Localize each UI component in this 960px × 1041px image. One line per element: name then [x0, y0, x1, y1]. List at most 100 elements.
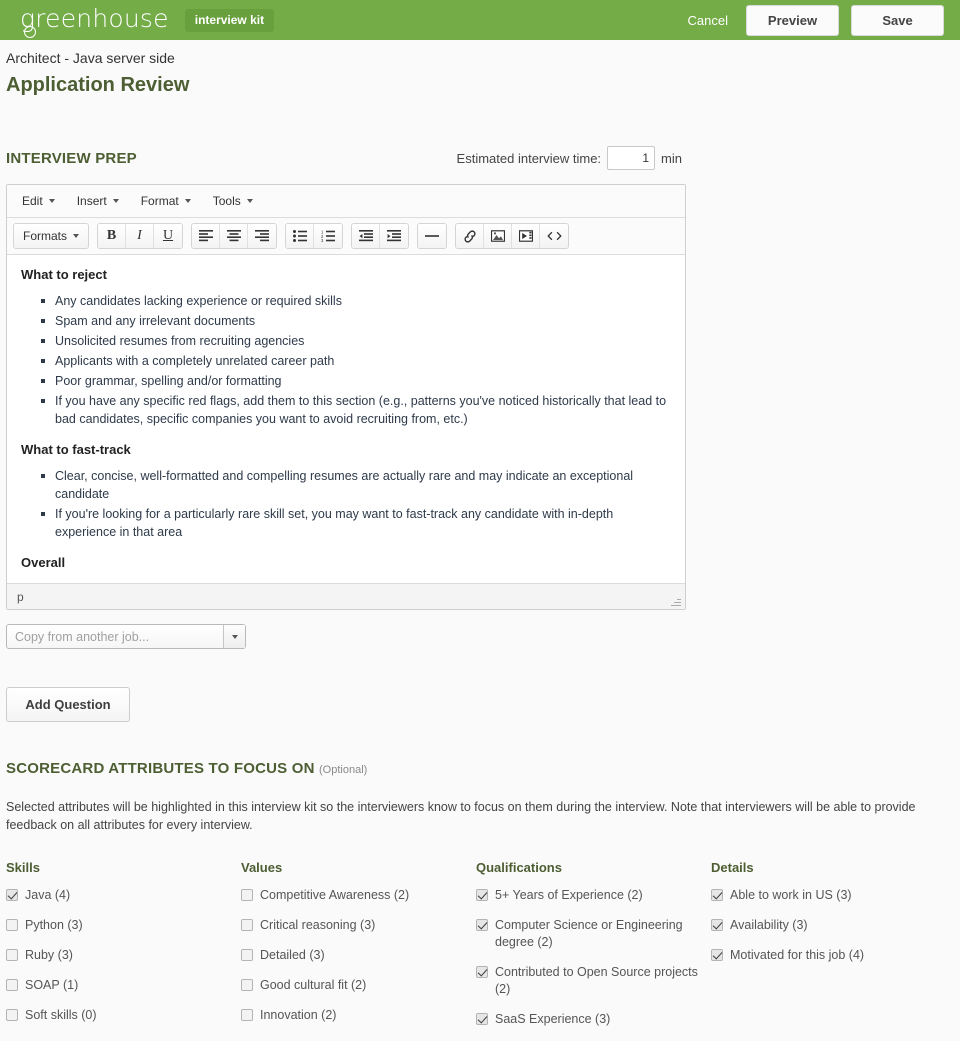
- checkbox[interactable]: [711, 889, 723, 901]
- checkbox[interactable]: [6, 919, 18, 931]
- bullet-list-icon[interactable]: [286, 224, 315, 248]
- attribute-checkbox-row[interactable]: Detailed (3): [241, 947, 464, 964]
- attribute-checkbox-row[interactable]: Innovation (2): [241, 1007, 464, 1024]
- formats-label: Formats: [23, 229, 68, 243]
- attribute-checkbox-row[interactable]: SOAP (1): [6, 977, 229, 994]
- hr-group: [417, 223, 448, 249]
- formats-dropdown[interactable]: Formats: [14, 224, 89, 248]
- formats-group: Formats: [13, 223, 90, 249]
- preview-button[interactable]: Preview: [746, 4, 839, 36]
- menu-tools[interactable]: Tools: [204, 190, 262, 212]
- attribute-checkbox-row[interactable]: Availability (3): [711, 917, 934, 934]
- checkbox[interactable]: [241, 919, 253, 931]
- menu-format[interactable]: Format: [132, 190, 200, 212]
- scorecard-heading-text: SCORECARD ATTRIBUTES TO FOCUS ON: [6, 760, 315, 777]
- greenhouse-logo[interactable]: greenhouse: [20, 6, 169, 38]
- optional-label: (Optional): [319, 764, 368, 776]
- cancel-link[interactable]: Cancel: [682, 13, 734, 28]
- content-heading-reject: What to reject: [21, 267, 107, 282]
- attribute-label: 5+ Years of Experience (2): [495, 888, 643, 902]
- menu-tools-label: Tools: [212, 194, 241, 208]
- align-right-icon[interactable]: [248, 224, 277, 248]
- estimated-time-input[interactable]: [607, 146, 656, 170]
- chevron-down-icon: [48, 199, 55, 203]
- underline-icon[interactable]: U: [154, 224, 183, 248]
- attribute-label: Good cultural fit (2): [260, 978, 367, 992]
- media-icon[interactable]: [512, 224, 541, 248]
- scorecard-heading: SCORECARD ATTRIBUTES TO FOCUS ON (Option…: [6, 760, 960, 777]
- content-heading-overall: Overall: [21, 555, 66, 570]
- attribute-checkbox-row[interactable]: Competitive Awareness (2): [241, 887, 464, 904]
- attribute-checkbox-row[interactable]: Python (3): [6, 917, 229, 934]
- menu-insert[interactable]: Insert: [68, 190, 128, 212]
- chevron-down-icon: [246, 199, 253, 203]
- list-item: Poor grammar, spelling and/or formatting: [41, 372, 671, 390]
- checkbox[interactable]: [6, 979, 18, 991]
- list-item: If you're looking for a particularly rar…: [41, 505, 671, 541]
- attribute-checkbox-row[interactable]: 5+ Years of Experience (2): [476, 887, 699, 904]
- indent-icon[interactable]: [380, 224, 409, 248]
- attribute-checkbox-row[interactable]: Soft skills (0): [6, 1007, 229, 1024]
- checkbox[interactable]: [241, 979, 253, 991]
- checkbox[interactable]: [241, 1009, 253, 1021]
- editor-content[interactable]: What to reject Any candidates lacking ex…: [7, 255, 685, 583]
- checkbox[interactable]: [241, 949, 253, 961]
- checkbox[interactable]: [6, 889, 18, 901]
- interview-kit-badge: interview kit: [184, 8, 275, 32]
- checkbox[interactable]: [476, 966, 488, 978]
- link-icon[interactable]: [456, 224, 485, 248]
- rich-text-editor: Edit Insert Format Tools Formats B I U 1…: [6, 184, 686, 610]
- bold-icon[interactable]: B: [98, 224, 127, 248]
- horizontal-rule-icon[interactable]: [418, 224, 447, 248]
- checkbox[interactable]: [476, 919, 488, 931]
- attribute-label: Availability (3): [730, 918, 808, 932]
- column-title: Details: [711, 860, 754, 875]
- attribute-label: SOAP (1): [25, 978, 79, 992]
- attribute-checkbox-row[interactable]: Motivated for this job (4): [711, 947, 934, 964]
- interview-prep-heading: INTERVIEW PREP: [6, 149, 137, 167]
- attribute-label: Soft skills (0): [25, 1008, 97, 1022]
- attribute-columns: Skills Java (4) Python (3) Ruby (3) SOAP…: [6, 860, 960, 1041]
- add-question-button[interactable]: Add Question: [6, 687, 130, 722]
- outdent-icon[interactable]: [352, 224, 381, 248]
- attribute-checkbox-row[interactable]: Good cultural fit (2): [241, 977, 464, 994]
- menu-edit[interactable]: Edit: [13, 190, 64, 212]
- checkbox[interactable]: [476, 889, 488, 901]
- attribute-checkbox-row[interactable]: Contributed to Open Source projects (2): [476, 964, 699, 998]
- dropdown-arrow-box[interactable]: [223, 625, 245, 648]
- attribute-checkbox-row[interactable]: SaaS Experience (3): [476, 1011, 699, 1028]
- align-group: [191, 223, 278, 249]
- attribute-label: Able to work in US (3): [730, 888, 852, 902]
- element-path: p: [17, 589, 24, 604]
- attribute-checkbox-row[interactable]: Computer Science or Engineering degree (…: [476, 917, 699, 951]
- copy-from-job-placeholder: Copy from another job...: [15, 629, 150, 644]
- save-button[interactable]: Save: [851, 4, 944, 36]
- column-title: Skills: [6, 860, 40, 875]
- editor-toolbar: Formats B I U 1 2 3: [7, 218, 685, 255]
- italic-icon[interactable]: I: [126, 224, 155, 248]
- align-center-icon[interactable]: [220, 224, 249, 248]
- image-icon[interactable]: [484, 224, 513, 248]
- checkbox[interactable]: [711, 919, 723, 931]
- checkbox[interactable]: [241, 889, 253, 901]
- source-code-icon[interactable]: [540, 224, 569, 248]
- checkbox[interactable]: [6, 1009, 18, 1021]
- attribute-checkbox-row[interactable]: Critical reasoning (3): [241, 917, 464, 934]
- editor-statusbar: p: [7, 583, 685, 609]
- checkbox[interactable]: [6, 949, 18, 961]
- reject-list: Any candidates lacking experience or req…: [21, 292, 671, 428]
- checkbox[interactable]: [476, 1013, 488, 1025]
- list-group: 1 2 3: [285, 223, 344, 249]
- attribute-checkbox-row[interactable]: Java (4): [6, 887, 229, 904]
- attribute-checkbox-row[interactable]: Able to work in US (3): [711, 887, 934, 904]
- align-left-icon[interactable]: [192, 224, 221, 248]
- resize-handle[interactable]: [671, 596, 681, 606]
- copy-from-job-select[interactable]: Copy from another job...: [6, 624, 246, 649]
- list-item: If you have any specific red flags, add …: [41, 392, 671, 428]
- checkbox[interactable]: [711, 949, 723, 961]
- page-header: Architect - Java server side Application…: [0, 40, 960, 98]
- attribute-column-values: Values Competitive Awareness (2) Critica…: [241, 860, 476, 1041]
- list-item: Unsolicited resumes from recruiting agen…: [41, 332, 671, 350]
- numbered-list-icon[interactable]: 1 2 3: [314, 224, 343, 248]
- attribute-checkbox-row[interactable]: Ruby (3): [6, 947, 229, 964]
